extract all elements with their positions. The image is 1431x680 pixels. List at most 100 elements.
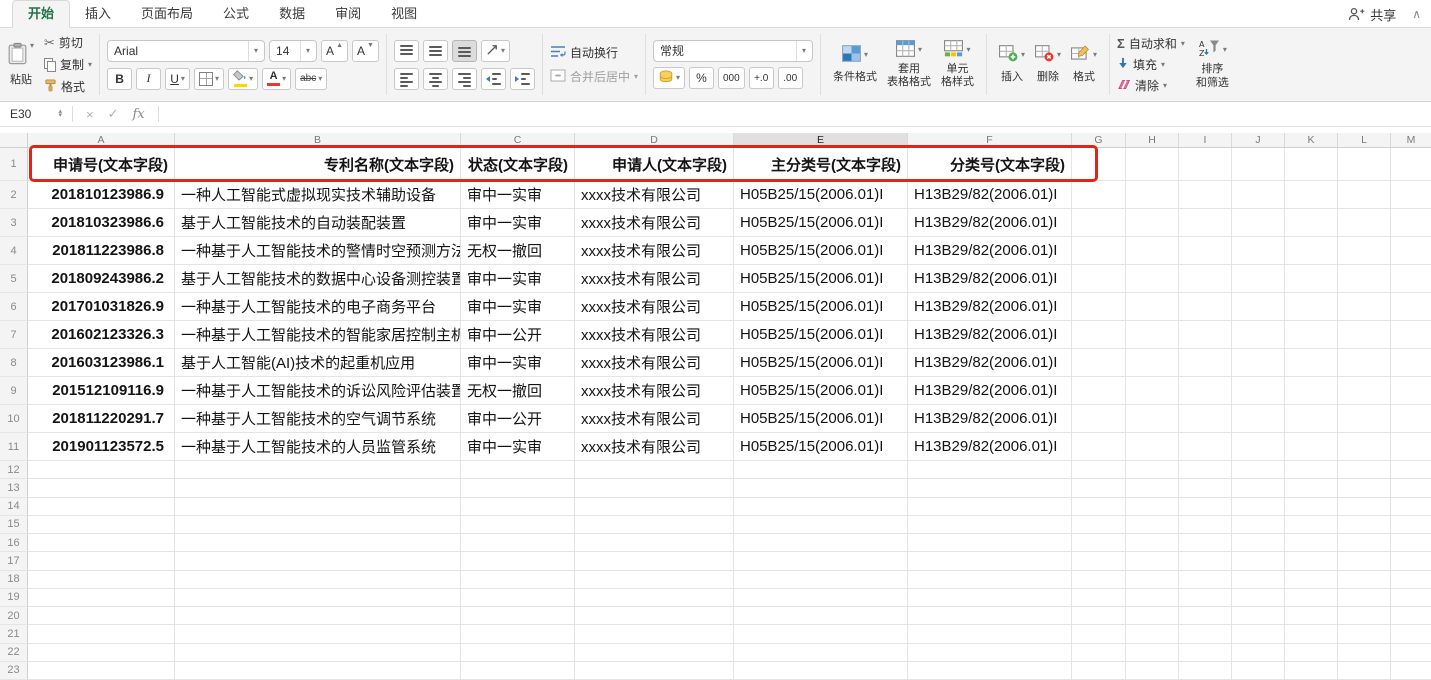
cell-J2[interactable] (1232, 181, 1285, 209)
cell-G2[interactable] (1072, 181, 1126, 209)
insert-cells-button[interactable]: ▾ 插入 (994, 44, 1030, 85)
cell-B14[interactable] (175, 498, 461, 516)
cell-C1[interactable]: 状态(文本字段) (461, 148, 575, 181)
row-header-3[interactable]: 3 (0, 209, 28, 237)
cell-F4[interactable]: H13B29/82(2006.01)I (908, 237, 1072, 265)
cell-F23[interactable] (908, 662, 1072, 680)
cell-G22[interactable] (1072, 644, 1126, 662)
cell-I10[interactable] (1179, 405, 1232, 433)
column-header-F[interactable]: F (908, 133, 1072, 147)
cell-G18[interactable] (1072, 571, 1126, 589)
cell-C13[interactable] (461, 479, 575, 497)
cell-G17[interactable] (1072, 552, 1126, 570)
cell-C20[interactable] (461, 607, 575, 625)
cell-A13[interactable] (28, 479, 175, 497)
cell-L21[interactable] (1338, 625, 1391, 643)
cell-G15[interactable] (1072, 516, 1126, 534)
cell-E6[interactable]: H05B25/15(2006.01)I (734, 293, 908, 321)
cell-B18[interactable] (175, 571, 461, 589)
cell-D10[interactable]: xxxx技术有限公司 (575, 405, 734, 433)
wrap-text-button[interactable]: 自动换行 (550, 43, 638, 62)
cell-I14[interactable] (1179, 498, 1232, 516)
text-orientation-button[interactable]: ▾ (481, 40, 510, 62)
row-header-4[interactable]: 4 (0, 237, 28, 265)
cell-G9[interactable] (1072, 377, 1126, 405)
cell-J18[interactable] (1232, 571, 1285, 589)
cell-K4[interactable] (1285, 237, 1338, 265)
cell-B3[interactable]: 基于人工智能技术的自动装配装置 (175, 209, 461, 237)
cell-K13[interactable] (1285, 479, 1338, 497)
cell-L19[interactable] (1338, 589, 1391, 607)
cell-L18[interactable] (1338, 571, 1391, 589)
cell-M6[interactable] (1391, 293, 1431, 321)
cell-J7[interactable] (1232, 321, 1285, 349)
decrease-decimal-button[interactable]: .00 (778, 67, 803, 89)
cell-K17[interactable] (1285, 552, 1338, 570)
cell-D13[interactable] (575, 479, 734, 497)
font-size-select[interactable]: 14 ▾ (269, 40, 317, 62)
row-header-9[interactable]: 9 (0, 377, 28, 405)
cell-E22[interactable] (734, 644, 908, 662)
cell-M11[interactable] (1391, 433, 1431, 461)
cell-B23[interactable] (175, 662, 461, 680)
cell-G3[interactable] (1072, 209, 1126, 237)
cell-D1[interactable]: 申请人(文本字段) (575, 148, 734, 181)
paste-button[interactable]: ▾ 粘贴 (8, 42, 34, 87)
cell-D14[interactable] (575, 498, 734, 516)
cell-K6[interactable] (1285, 293, 1338, 321)
row-header-20[interactable]: 20 (0, 607, 28, 625)
tab-insert[interactable]: 插入 (70, 0, 126, 27)
cell-F17[interactable] (908, 552, 1072, 570)
insert-function-icon[interactable]: fx (126, 107, 152, 122)
cell-A22[interactable] (28, 644, 175, 662)
align-middle-button[interactable] (423, 40, 448, 62)
cell-J21[interactable] (1232, 625, 1285, 643)
font-color-button[interactable]: A ▾ (262, 68, 291, 90)
cell-M18[interactable] (1391, 571, 1431, 589)
cell-J11[interactable] (1232, 433, 1285, 461)
cell-D3[interactable]: xxxx技术有限公司 (575, 209, 734, 237)
cell-M14[interactable] (1391, 498, 1431, 516)
cell-D12[interactable] (575, 461, 734, 479)
column-header-M[interactable]: M (1391, 133, 1431, 147)
cell-K21[interactable] (1285, 625, 1338, 643)
cell-E13[interactable] (734, 479, 908, 497)
column-header-K[interactable]: K (1285, 133, 1338, 147)
cell-J16[interactable] (1232, 534, 1285, 552)
cell-D21[interactable] (575, 625, 734, 643)
cell-A20[interactable] (28, 607, 175, 625)
cell-A17[interactable] (28, 552, 175, 570)
cell-B16[interactable] (175, 534, 461, 552)
cell-G4[interactable] (1072, 237, 1126, 265)
cell-B13[interactable] (175, 479, 461, 497)
cell-K2[interactable] (1285, 181, 1338, 209)
cell-L15[interactable] (1338, 516, 1391, 534)
cell-F7[interactable]: H13B29/82(2006.01)I (908, 321, 1072, 349)
cell-J6[interactable] (1232, 293, 1285, 321)
cell-G16[interactable] (1072, 534, 1126, 552)
cell-styles-button[interactable]: ▾ 单元 格样式 (936, 39, 979, 90)
cell-G7[interactable] (1072, 321, 1126, 349)
cell-D5[interactable]: xxxx技术有限公司 (575, 265, 734, 293)
cell-H5[interactable] (1126, 265, 1179, 293)
row-header-15[interactable]: 15 (0, 516, 28, 534)
cell-B6[interactable]: 一种基于人工智能技术的电子商务平台 (175, 293, 461, 321)
cell-E3[interactable]: H05B25/15(2006.01)I (734, 209, 908, 237)
cell-G20[interactable] (1072, 607, 1126, 625)
cell-K9[interactable] (1285, 377, 1338, 405)
cell-I11[interactable] (1179, 433, 1232, 461)
cell-E4[interactable]: H05B25/15(2006.01)I (734, 237, 908, 265)
cell-E18[interactable] (734, 571, 908, 589)
cell-C16[interactable] (461, 534, 575, 552)
cell-C4[interactable]: 无权一撤回 (461, 237, 575, 265)
share-button[interactable]: 共享 (1348, 5, 1396, 24)
cell-A1[interactable]: 申请号(文本字段) (28, 148, 175, 181)
cell-A3[interactable]: 201810323986.6 (28, 209, 175, 237)
cell-C10[interactable]: 审中一公开 (461, 405, 575, 433)
cell-C9[interactable]: 无权一撤回 (461, 377, 575, 405)
cell-G19[interactable] (1072, 589, 1126, 607)
cell-J22[interactable] (1232, 644, 1285, 662)
cell-H22[interactable] (1126, 644, 1179, 662)
row-header-19[interactable]: 19 (0, 589, 28, 607)
cell-G12[interactable] (1072, 461, 1126, 479)
